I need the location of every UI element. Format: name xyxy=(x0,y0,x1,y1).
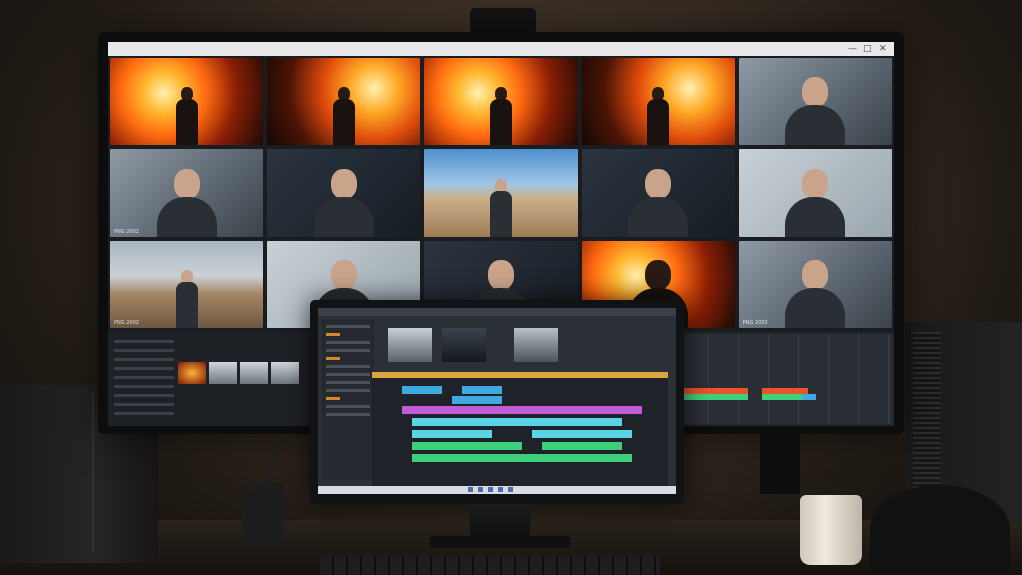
timeline-ruler[interactable] xyxy=(372,372,668,378)
timeline-panel-right[interactable] xyxy=(678,334,892,424)
timeline-clip[interactable] xyxy=(402,386,442,394)
timeline-clip[interactable] xyxy=(532,430,632,438)
taskbar xyxy=(318,486,676,494)
timeline-clip[interactable] xyxy=(412,454,632,462)
close-button[interactable]: ✕ xyxy=(879,44,887,54)
video-thumbnail[interactable]: PNG 2002 xyxy=(110,149,264,237)
video-thumbnail[interactable] xyxy=(424,58,578,146)
taskbar-app-icon[interactable] xyxy=(488,487,493,492)
tools-sidebar xyxy=(322,320,374,480)
preview-thumbnail[interactable] xyxy=(442,328,486,362)
project-bin-panel xyxy=(108,332,313,426)
pen-holder xyxy=(242,440,284,545)
video-thumbnail[interactable] xyxy=(110,58,264,146)
clip-thumbnail[interactable] xyxy=(209,362,237,384)
taskbar-app-icon[interactable] xyxy=(478,487,483,492)
video-thumbnail[interactable]: PNG 2002 xyxy=(738,240,892,328)
headphones xyxy=(870,485,1010,575)
window-titlebar: — □ ✕ xyxy=(108,42,894,56)
taskbar-app-icon[interactable] xyxy=(498,487,503,492)
timeline-panel[interactable] xyxy=(372,372,668,486)
timeline-clip[interactable] xyxy=(412,442,522,450)
timeline-clip[interactable] xyxy=(802,394,816,400)
video-thumbnail[interactable]: PNG 2002 xyxy=(110,240,264,328)
timeline-clip[interactable] xyxy=(412,430,492,438)
webcam xyxy=(470,8,536,34)
video-thumbnail[interactable] xyxy=(581,58,735,146)
maximize-button[interactable]: □ xyxy=(863,44,872,54)
thumbnail-caption: PNG 2002 xyxy=(114,320,139,326)
clip-thumbnails xyxy=(178,362,299,384)
clip-thumbnail[interactable] xyxy=(271,362,299,384)
timeline-clip[interactable] xyxy=(542,442,622,450)
timeline-clip[interactable] xyxy=(452,396,502,404)
taskbar-app-icon[interactable] xyxy=(468,487,473,492)
taskbar-app-icon[interactable] xyxy=(508,487,513,492)
video-thumbnail[interactable] xyxy=(738,58,892,146)
keyboard xyxy=(320,556,660,575)
preview-thumbnail[interactable] xyxy=(388,328,432,362)
clip-thumbnail[interactable] xyxy=(178,362,206,384)
timeline-clip[interactable] xyxy=(682,394,748,400)
timeline-clip[interactable] xyxy=(412,418,622,426)
secondary-monitor-screen xyxy=(318,308,676,494)
coffee-mug xyxy=(800,495,862,565)
thumbnail-caption: PNG 2002 xyxy=(114,228,139,235)
video-thumbnail[interactable] xyxy=(267,58,421,146)
main-monitor-stand xyxy=(760,434,800,494)
secondary-monitor-base xyxy=(430,536,570,548)
preview-thumbnail[interactable] xyxy=(514,328,558,362)
media-thumbnail-grid: PNG 2002PNG 2002PNG 2002PNG 2002 xyxy=(110,58,892,328)
minimize-button[interactable]: — xyxy=(848,44,857,54)
clip-thumbnail[interactable] xyxy=(240,362,268,384)
video-thumbnail[interactable] xyxy=(424,149,578,237)
timeline-clip[interactable] xyxy=(402,406,642,414)
video-thumbnail[interactable] xyxy=(581,149,735,237)
menu-bar[interactable] xyxy=(318,308,676,316)
timeline-clip[interactable] xyxy=(462,386,502,394)
video-thumbnail[interactable] xyxy=(267,149,421,237)
thumbnail-caption: PNG 2002 xyxy=(742,320,768,326)
video-thumbnail[interactable] xyxy=(738,149,892,237)
